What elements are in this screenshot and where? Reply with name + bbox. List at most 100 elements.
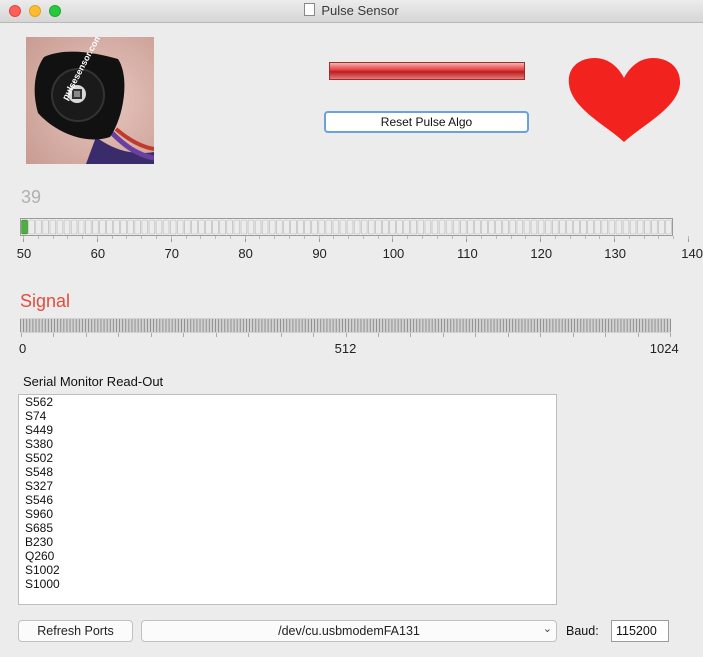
bpm-slider-segment [162, 219, 170, 235]
bpm-slider-segment [106, 219, 113, 235]
signal-label: Signal [20, 291, 71, 311]
bpm-slider-segment [502, 219, 509, 235]
signal-minor-tick [215, 333, 217, 337]
bpm-slider-segment [261, 219, 269, 235]
signal-minor-tick [183, 333, 185, 337]
bpm-slider-segment [191, 219, 198, 235]
bpm-minor-tick [111, 236, 113, 239]
bpm-minor-tick [673, 236, 675, 239]
bpm-slider-segment [594, 219, 601, 235]
bpm-slider-segment [615, 219, 623, 235]
serial-line: S74 [25, 409, 47, 423]
signal-tick-label: 1024 [649, 341, 679, 356]
bpm-minor-tick [259, 236, 261, 239]
serial-port-dropdown[interactable]: /dev/cu.usbmodemFA131 ⌄ [141, 620, 557, 642]
bpm-tick-label: 50 [16, 246, 32, 261]
bpm-minor-tick [510, 236, 512, 239]
bpm-slider-segment [537, 219, 545, 235]
bpm-slider-segment [240, 219, 248, 235]
signal-minor-tick [540, 333, 542, 337]
bpm-slider-segment [566, 219, 573, 235]
bpm-minor-tick [185, 236, 187, 239]
signal-slider[interactable] [20, 318, 671, 333]
bpm-slider-segment [396, 219, 403, 235]
bpm-minor-tick [274, 236, 276, 239]
signal-minor-tick [313, 333, 315, 337]
baud-rate-field[interactable]: 115200 [611, 620, 669, 642]
document-icon [304, 3, 316, 16]
signal-tick-label: 512 [334, 341, 357, 356]
chevron-down-icon: ⌄ [542, 623, 552, 635]
serial-monitor-title: Serial Monitor Read-Out [23, 374, 164, 389]
bpm-slider-segment [445, 219, 453, 235]
bpm-minor-tick [215, 236, 217, 239]
bpm-slider-segment [339, 219, 347, 235]
bpm-minor-tick [156, 236, 157, 239]
bpm-slider-segment [77, 219, 85, 235]
serial-line: S1002 [25, 563, 60, 577]
bpm-minor-tick [466, 236, 468, 239]
window-title: Pulse Sensor [321, 3, 399, 18]
bpm-slider-segment [389, 219, 396, 235]
signal-minor-tick [670, 333, 671, 337]
bpm-slider-segment [70, 219, 78, 235]
serial-monitor-output[interactable]: S562 S74 S449 S380 S502 S548 S327 S546 S960 S685 B… [18, 394, 557, 605]
signal-minor-tick [85, 333, 87, 337]
bpm-minor-tick [96, 236, 98, 239]
signal-minor-tick [118, 333, 120, 337]
bpm-slider-segment [544, 219, 552, 235]
bpm-tick-label: 60 [90, 246, 106, 261]
bpm-slider-segment [636, 219, 644, 235]
bpm-slider-segment [559, 219, 566, 235]
serial-line: S548 [25, 465, 54, 479]
bpm-slider-segment [148, 219, 156, 235]
bpm-tick-label: 130 [604, 246, 626, 261]
bpm-slider-segment [424, 219, 432, 235]
bpm-minor-tick [170, 236, 172, 239]
bpm-slider-segment [297, 219, 304, 235]
signal-minor-tick [410, 333, 412, 337]
serial-line: S562 [25, 395, 54, 409]
bpm-minor-tick [658, 236, 660, 239]
bpm-slider-segment [205, 219, 212, 235]
bpm-slider-segment [56, 219, 64, 235]
bpm-slider-segment [375, 219, 382, 235]
bpm-minor-tick [126, 236, 128, 239]
bpm-slider-segment [665, 219, 672, 235]
bpm-minor-tick [229, 236, 231, 239]
bpm-minor-tick [451, 236, 453, 239]
bpm-slider-segment [99, 219, 106, 235]
bpm-minor-tick [688, 236, 689, 239]
bpm-slider-segment [184, 219, 191, 235]
bpm-minor-tick [303, 236, 305, 239]
bpm-minor-tick [289, 236, 290, 239]
bpm-slider-segment [651, 219, 658, 235]
signal-minor-tick [377, 333, 379, 337]
bpm-slider-segment [438, 219, 446, 235]
bpm-slider-segment [410, 219, 417, 235]
bpm-slider-segment [587, 219, 594, 235]
bpm-minor-tick [141, 236, 143, 239]
reset-pulse-algo-button[interactable]: Reset Pulse Algo [324, 111, 529, 133]
signal-minor-tick [605, 333, 607, 337]
bpm-slider-segment [629, 219, 637, 235]
bpm-tick-label: 70 [164, 246, 179, 261]
bpm-slider-segment [622, 219, 630, 235]
bpm-slider[interactable] [20, 218, 673, 236]
bpm-slider-segment [658, 219, 665, 235]
serial-line: S1000 [25, 577, 60, 591]
bpm-slider-segment [219, 219, 226, 235]
pulse-sensor-photo: pulsesensor.com [26, 37, 154, 164]
bpm-slider-segment [169, 219, 177, 235]
window-titlebar: Pulse Sensor [0, 0, 703, 23]
bpm-slider-segment [431, 219, 439, 235]
refresh-ports-button[interactable]: Refresh Ports [18, 620, 133, 642]
bpm-slider-segment [467, 219, 474, 235]
bpm-slider-segment [254, 219, 262, 235]
bpm-slider-segment [509, 219, 517, 235]
window-title-area: Pulse Sensor [0, 3, 703, 18]
bpm-minor-tick [37, 236, 39, 239]
signal-minor-tick [248, 333, 250, 337]
bpm-slider-segment [49, 219, 57, 235]
bpm-slider-segment [311, 219, 318, 235]
